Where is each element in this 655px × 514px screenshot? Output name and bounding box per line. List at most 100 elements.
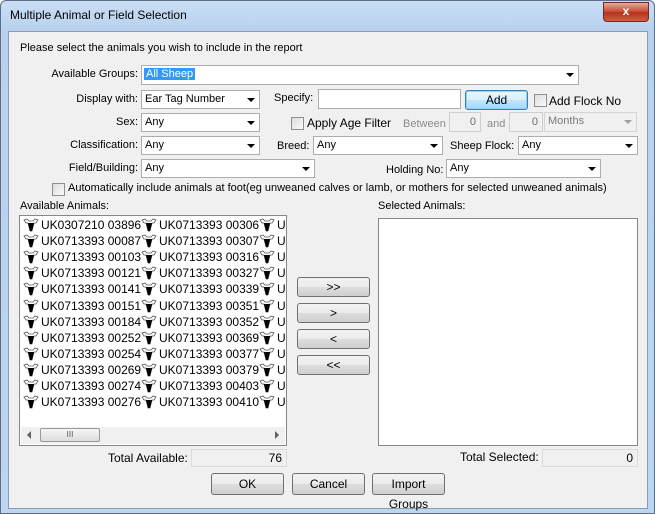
scroll-left-icon[interactable] [27,431,31,439]
scroll-right-icon[interactable] [275,431,279,439]
list-item[interactable]: UK0713393 00087 [23,234,141,250]
list-item[interactable]: U [259,363,286,379]
list-item[interactable]: U [259,218,286,234]
list-item[interactable]: UK0713393 00316 [141,250,259,266]
list-item[interactable]: U [259,266,286,282]
dialog-client: Please select the animals you wish to in… [8,31,648,511]
list-item[interactable]: UK0713393 00351 [141,299,259,315]
list-item[interactable]: U [259,250,286,266]
display-with-combo[interactable]: Ear Tag Number [141,90,260,109]
list-item[interactable]: UK0713393 00276 [23,395,141,411]
holding-no-value: Any [450,162,469,174]
sheep-icon [23,250,39,265]
list-item[interactable]: UK0307210 03896 [23,218,141,234]
list-item[interactable]: U [259,379,286,395]
total-selected-value: 0 [542,449,638,467]
sheep-icon [259,299,275,314]
add-flock-no-checkbox[interactable] [534,94,547,107]
display-with-label: Display with: [76,93,138,105]
animal-tag: UK0713393 00379 [159,362,260,377]
sheep-icon [141,250,157,265]
auto-include-label: Automatically include animals at foot(eg… [68,182,607,194]
list-item[interactable]: UK0713393 00410 [141,395,259,411]
animal-tag: U [277,330,286,345]
list-item[interactable]: U [259,347,286,363]
available-animals-label: Available Animals: [20,200,110,212]
field-building-combo[interactable]: Any [141,159,315,178]
add-all-button[interactable]: >> [297,277,370,297]
animal-tag: U [277,282,286,297]
remove-all-button[interactable]: << [297,355,370,375]
list-item[interactable]: U [259,315,286,331]
auto-include-checkbox[interactable] [52,183,65,196]
list-item[interactable]: U [259,282,286,298]
breed-combo[interactable]: Any [313,136,443,155]
holding-no-combo[interactable]: Any [446,159,601,178]
list-item[interactable]: UK0713393 00269 [23,363,141,379]
list-item[interactable]: UK0713393 00339 [141,282,259,298]
sheep-icon [23,299,39,314]
list-item[interactable]: UK0713393 00151 [23,299,141,315]
list-item[interactable]: UK0713393 00377 [141,347,259,363]
horizontal-scrollbar[interactable]: III [21,427,285,444]
animal-tag: U [277,234,286,249]
holding-no-label: Holding No: [386,164,444,176]
sheep-icon [141,395,157,410]
specify-input[interactable] [318,89,461,109]
selected-animals-list[interactable] [378,218,638,446]
list-item[interactable]: UK0713393 00254 [23,347,141,363]
list-item[interactable]: UK0713393 00252 [23,331,141,347]
list-item[interactable]: UK0713393 00403 [141,379,259,395]
available-groups-combo[interactable]: All Sheep [141,65,579,85]
add-selected-button[interactable]: > [297,303,370,323]
cancel-button[interactable]: Cancel [292,473,365,495]
available-groups-label: Available Groups: [51,68,138,80]
list-item[interactable]: U [259,299,286,315]
list-item[interactable]: UK0713393 00307 [141,234,259,250]
animal-tag: U [277,395,286,410]
classification-combo[interactable]: Any [141,136,260,155]
list-item[interactable]: UK0713393 00121 [23,266,141,282]
animal-tag: UK0713393 00369 [159,330,260,345]
animal-tag: UK0713393 00151 [41,298,142,313]
list-item[interactable]: UK0713393 00274 [23,379,141,395]
animal-tag: U [277,346,286,361]
list-item[interactable]: U [259,234,286,250]
apply-age-filter-checkbox[interactable] [291,117,304,130]
list-item[interactable]: U [259,331,286,347]
sex-value: Any [145,116,164,128]
list-item[interactable]: U [259,395,286,411]
selected-animals-label: Selected Animals: [378,200,466,212]
list-item[interactable]: UK0713393 00141 [23,282,141,298]
list-item[interactable]: UK0713393 00352 [141,315,259,331]
animal-tag: UK0713393 00274 [41,379,142,393]
sheep-icon [23,395,39,410]
remove-selected-button[interactable]: < [297,329,370,349]
list-item[interactable]: UK0713393 00184 [23,315,141,331]
sheep-flock-combo[interactable]: Any [518,136,638,155]
list-item[interactable]: UK0713393 00369 [141,331,259,347]
sheep-icon [23,363,39,378]
animal-tag: UK0713393 00327 [159,266,260,281]
sheep-icon [259,234,275,249]
age-unit-combo[interactable]: Months [544,112,637,132]
sheep-icon [259,218,275,233]
age-from-input[interactable]: 0 [449,112,481,132]
sheep-icon [141,347,157,362]
ok-button[interactable]: OK [211,473,284,495]
chevron-down-icon [624,120,632,124]
animal-tag: UK0713393 00403 [159,379,260,393]
age-to-input[interactable]: 0 [509,112,543,132]
add-button[interactable]: Add [465,90,528,110]
classification-value: Any [145,139,164,151]
list-item[interactable]: UK0713393 00327 [141,266,259,282]
list-item[interactable]: UK0713393 00306 [141,218,259,234]
available-animals-list[interactable]: U U U U U U U U U U U U UK0713393 00410 UK0713393 004… [19,215,287,446]
list-item[interactable]: UK0713393 00379 [141,363,259,379]
import-groups-button[interactable]: Import Groups [372,473,445,511]
sex-combo[interactable]: Any [141,113,260,132]
close-button[interactable]: x [603,2,649,22]
total-available-label: Total Available: [108,451,188,465]
list-item[interactable]: UK0713393 00103 [23,250,141,266]
scrollbar-thumb[interactable]: III [40,428,100,442]
